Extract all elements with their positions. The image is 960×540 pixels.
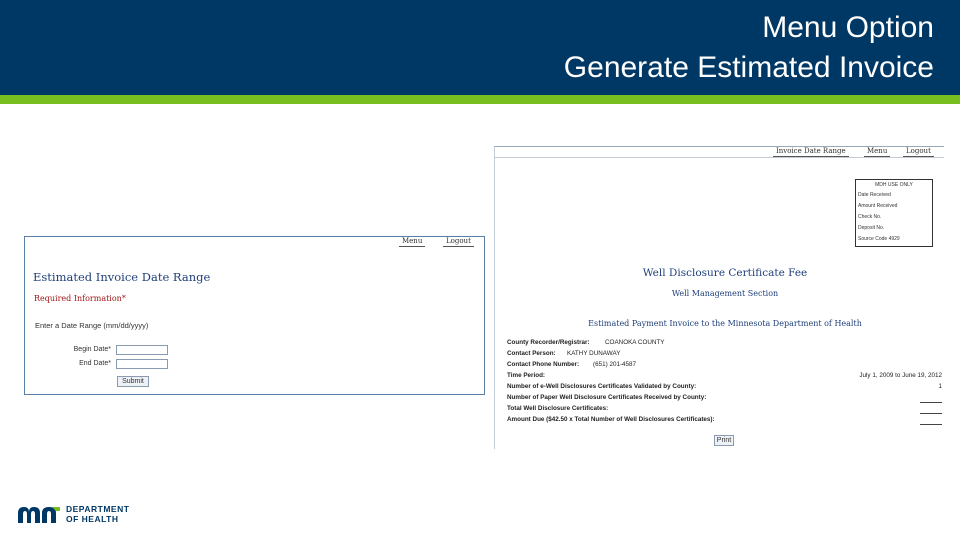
amount-received-label: Amount Received [858,203,898,209]
total-blank [920,413,942,414]
form-title: Estimated Invoice Date Range [33,270,211,284]
begin-date-input[interactable] [116,345,168,355]
paper-count-label: Number of Paper Well Disclosure Certific… [507,394,707,401]
amount-due-label: Amount Due ($42.50 x Total Number of Wel… [507,416,715,423]
invoice-section: Well Management Section [671,289,779,298]
header-accent-bar [0,95,960,104]
end-date-label: End Date* [79,360,111,367]
invoice-subtitle: Estimated Payment Invoice to the Minneso… [588,319,862,328]
mdh-logo: DEPARTMENT OF HEALTH [16,503,146,525]
county-label: County Recorder/Registrar: [507,339,590,346]
logout-link[interactable]: Logout [443,237,474,247]
phone-value: (651) 201-4587 [593,361,637,368]
slide-title-line1: Menu Option [762,11,934,44]
contact-label: Contact Person: [507,350,556,357]
county-value: COANOKA COUNTY [605,339,665,346]
logo-line1: DEPARTMENT [66,504,130,514]
ewell-count-value: 1 [938,383,942,390]
mn-logo-icon [18,507,60,523]
source-code-label: Source Code 4929 [858,236,900,242]
date-range-prompt: Enter a Date Range (mm/dd/yyyy) [35,321,149,330]
period-label: Time Period: [507,372,546,379]
amount-due-blank [920,424,942,425]
date-received-label: Date Received [858,192,891,198]
office-use-header: MDH USE ONLY [875,182,913,188]
invoice-title: Well Disclosure Certificate Fee [642,267,808,279]
menu-link[interactable]: Menu [864,147,891,157]
paper-count-blank [920,402,942,403]
phone-label: Contact Phone Number: [507,361,580,368]
slide-title-line2: Generate Estimated Invoice [563,51,934,84]
logo-line2: OF HEALTH [66,514,119,524]
contact-value: KATHY DUNAWAY [567,350,621,357]
print-button[interactable]: Print [714,435,734,446]
check-no-label: Check No. [858,214,882,220]
nav-divider [495,157,944,158]
deposit-no-label: Deposit No. [858,225,885,231]
office-use-box: MDH USE ONLY Date Received Amount Receiv… [855,179,933,247]
begin-date-label: Begin Date* [73,346,111,353]
ewell-count-label: Number of e-Well Disclosures Certificate… [507,383,697,390]
end-date-input[interactable] [116,359,168,369]
submit-button[interactable]: Submit [117,376,149,387]
logout-link[interactable]: Logout [903,147,934,157]
required-info-label: Required Information* [34,294,126,303]
invoice-screenshot: Invoice Date Range Menu Logout MDH USE O… [494,146,944,449]
date-range-form-screenshot: Menu Logout Estimated Invoice Date Range… [24,236,485,395]
invoice-date-range-link[interactable]: Invoice Date Range [773,147,849,157]
period-value: July 1, 2009 to June 19, 2012 [859,372,942,379]
menu-link[interactable]: Menu [399,237,426,247]
slide-header: Menu Option Generate Estimated Invoice [0,0,960,95]
total-label: Total Well Disclosure Certificates: [507,405,609,412]
